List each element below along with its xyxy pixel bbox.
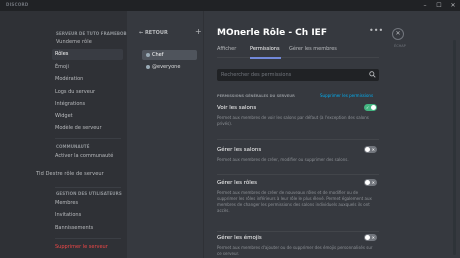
role-label: @everyone bbox=[152, 64, 181, 70]
sidebar-subtitle-role: Vundeme rôle bbox=[56, 39, 92, 45]
permission-description: Permet aux membres de créer de nouveaux … bbox=[217, 190, 372, 213]
back-button[interactable]: ← RETOUR bbox=[139, 30, 168, 36]
permission-description: Permet aux membres de voir les salons pa… bbox=[217, 115, 369, 126]
close-settings-button[interactable]: ✕ bbox=[392, 28, 404, 40]
role-item-chef[interactable]: Chef bbox=[142, 50, 197, 60]
clear-permissions-link[interactable]: Supprimer les permissions bbox=[320, 93, 373, 98]
active-tab-indicator bbox=[250, 57, 281, 59]
sidebar-divider bbox=[55, 138, 121, 139]
esc-label: ÉCHAP bbox=[394, 44, 406, 48]
permissions-section-title: PERMISSIONS GÉNÉRALES DU SERVEUR bbox=[217, 94, 295, 98]
sidebar-divider bbox=[55, 238, 121, 239]
permission-divider bbox=[217, 139, 379, 140]
x-icon: ✕ bbox=[371, 180, 375, 185]
sidebar-section-users: GESTION DES UTILISATEURS bbox=[56, 191, 122, 196]
maximize-button[interactable]: ☐ bbox=[432, 0, 446, 11]
permission-toggle[interactable]: ✕ bbox=[364, 179, 377, 186]
sidebar-item-template[interactable]: Modèle de serveur bbox=[52, 123, 123, 134]
sidebar-item-delete-server[interactable]: Supprimer le serveur bbox=[52, 242, 123, 253]
role-tabs: Afficher Permissions Gérer les membres bbox=[217, 45, 379, 59]
tab-manage-members[interactable]: Gérer les membres bbox=[289, 46, 337, 52]
role-color-dot bbox=[146, 65, 150, 69]
window-close-button[interactable]: ✕ bbox=[446, 0, 460, 11]
sidebar-item-roles[interactable]: Rôles bbox=[52, 49, 123, 60]
permission-search-input[interactable] bbox=[221, 71, 361, 79]
sidebar-divider bbox=[55, 187, 121, 188]
permission-toggle[interactable]: ✓ bbox=[364, 104, 377, 111]
back-label: RETOUR bbox=[144, 30, 168, 36]
permission-manage-roles: Gérer les rôles ✕ Permet aux membres de … bbox=[217, 179, 379, 232]
role-label: Chef bbox=[152, 52, 164, 58]
add-role-button[interactable]: + bbox=[195, 27, 202, 36]
toggle-knob bbox=[365, 147, 370, 152]
title-bar: DISCORD – ☐ ✕ bbox=[0, 0, 460, 11]
permission-description: Permet aux membres de créer, modifier ou… bbox=[217, 157, 349, 162]
scrollbar[interactable] bbox=[453, 40, 456, 255]
sidebar-section-community: COMMUNAUTÉ bbox=[56, 144, 90, 149]
minimize-button[interactable]: – bbox=[418, 0, 432, 11]
x-icon: ✕ bbox=[371, 147, 375, 152]
sidebar-section-server: SERVEUR DE TUTO FRAMEBOB bbox=[56, 31, 127, 36]
search-icon bbox=[369, 71, 376, 78]
permission-manage-channels: Gérer les salons ✕ Permet aux membres de… bbox=[217, 146, 379, 175]
permission-description: Permet aux membres d'ajouter ou de suppr… bbox=[217, 245, 373, 256]
app-brand: DISCORD bbox=[6, 2, 29, 7]
permission-name: Gérer les émojis bbox=[217, 235, 262, 241]
permission-name: Gérer les rôles bbox=[217, 180, 257, 186]
arrow-left-icon: ← bbox=[139, 30, 144, 36]
sidebar-item-members[interactable]: Membres bbox=[52, 198, 123, 209]
sidebar-item-audit-log[interactable]: Logs du serveur bbox=[52, 87, 123, 98]
tab-display[interactable]: Afficher bbox=[217, 46, 236, 52]
role-editor: MOnerle Rôle - Ch IEF ••• Afficher Permi… bbox=[205, 11, 460, 258]
role-color-dot bbox=[146, 53, 150, 57]
role-item-everyone[interactable]: @everyone bbox=[142, 62, 197, 72]
permission-name: Gérer les salons bbox=[217, 147, 262, 153]
x-icon: ✕ bbox=[371, 235, 375, 240]
more-options-button[interactable]: ••• bbox=[369, 26, 383, 35]
sidebar-item-integrations[interactable]: Intégrations bbox=[52, 99, 123, 110]
toggle-knob bbox=[365, 180, 370, 185]
sidebar-item-widget[interactable]: Widget bbox=[52, 111, 123, 122]
sidebar-item-moderation[interactable]: Modération bbox=[52, 74, 123, 85]
permission-manage-emojis: Gérer les émojis ✕ Permet aux membres d'… bbox=[217, 234, 379, 257]
role-editor-title: MOnerle Rôle - Ch IEF bbox=[217, 28, 327, 38]
permission-divider bbox=[217, 231, 379, 232]
permission-divider bbox=[217, 174, 379, 175]
sidebar-item-enable-community[interactable]: Activer la communauté bbox=[52, 151, 123, 162]
permission-toggle[interactable]: ✕ bbox=[364, 146, 377, 153]
permission-search bbox=[217, 69, 379, 81]
permission-view-channels: Voir les salons ✓ Permet aux membres de … bbox=[217, 104, 379, 140]
toggle-knob bbox=[371, 105, 376, 110]
sidebar-item-invites[interactable]: Invitations bbox=[52, 210, 123, 221]
permission-name: Voir les salons bbox=[217, 105, 257, 111]
settings-sidebar: SERVEUR DE TUTO FRAMEBOB Vundeme rôle Rô… bbox=[0, 11, 127, 258]
sidebar-item-emoji[interactable]: Émoji bbox=[52, 62, 123, 73]
tab-permissions[interactable]: Permissions bbox=[250, 46, 280, 52]
check-icon: ✓ bbox=[366, 105, 370, 110]
sidebar-subtitle-tilde: Tld Destre rôle de serveur bbox=[36, 171, 104, 177]
roles-column: ← RETOUR + Chef @everyone bbox=[127, 11, 204, 258]
permission-toggle[interactable]: ✕ bbox=[364, 234, 377, 241]
sidebar-item-bans[interactable]: Bannissements bbox=[52, 223, 123, 234]
toggle-knob bbox=[365, 235, 370, 240]
